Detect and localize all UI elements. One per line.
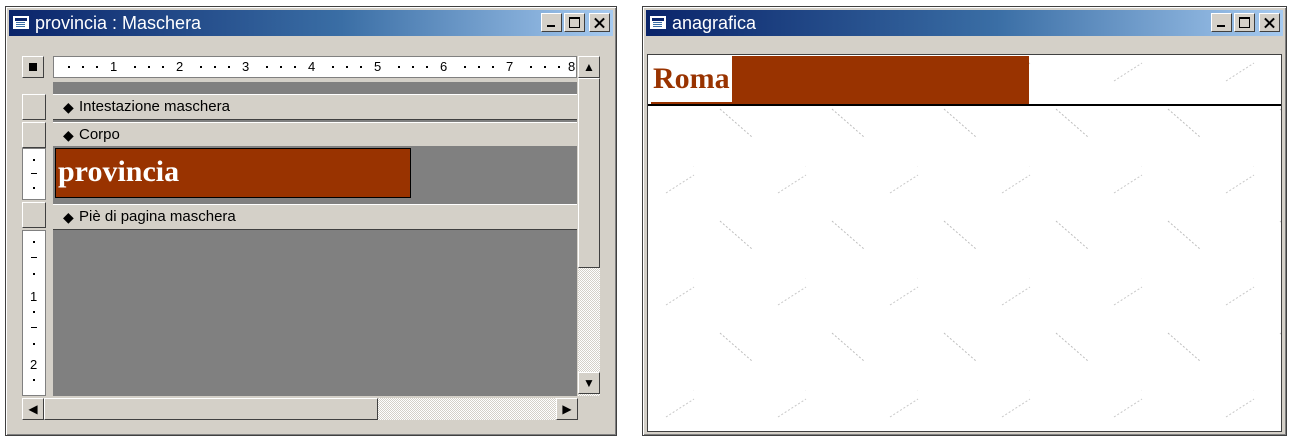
section-header-bar[interactable]: ◆ Intestazione maschera [53,94,577,120]
section-detail-bar[interactable]: ◆ Corpo [53,122,577,148]
section-footer-bar[interactable]: ◆ Piè di pagina maschera [53,204,577,230]
ruler-number: 1 [110,59,118,74]
form-icon [13,16,29,29]
minimize-button[interactable] [541,13,562,32]
vertical-ruler[interactable]: 1 2 [22,82,46,396]
section-label: Piè di pagina maschera [79,208,236,225]
horizontal-scroll-thumb[interactable] [44,398,378,420]
form-header-divider [648,104,1281,106]
scroll-right-button[interactable]: ▶ [556,398,578,420]
section-pointer-icon: ◆ [63,209,74,225]
footer-section-selector[interactable] [22,202,46,228]
form-selector-box[interactable] [22,56,44,78]
ruler-number: 6 [440,59,448,74]
scroll-left-button[interactable]: ◀ [22,398,44,420]
provincia-textbox[interactable]: provincia [55,148,411,198]
close-button[interactable] [589,13,610,32]
form-window-titlebar[interactable]: anagrafica [646,10,1283,36]
scrollbar-corner [578,398,600,420]
background-pattern [648,55,1281,431]
horizontal-scrollbar[interactable]: ◀ ▶ [22,398,578,420]
header-section-selector[interactable] [22,94,46,120]
vertical-scrollbar[interactable]: ▲ ▼ [578,56,600,396]
detail-section-selector[interactable] [22,122,46,148]
form-client-area[interactable] [647,54,1282,432]
ruler-number: 2 [30,357,38,372]
ruler-number: 8 [568,59,576,74]
horizontal-ruler[interactable]: 1 2 3 4 5 6 7 8 [53,56,577,78]
ruler-number: 1 [30,289,38,304]
vertical-scroll-thumb[interactable] [578,78,600,268]
scroll-down-button[interactable]: ▼ [578,372,600,394]
section-label: Corpo [79,126,120,143]
section-pointer-icon: ◆ [63,127,74,143]
ruler-number: 2 [176,59,184,74]
detail-ruler [22,148,46,200]
ruler-number: 7 [506,59,514,74]
design-window-titlebar[interactable]: provincia : Maschera [9,10,613,36]
section-pointer-icon: ◆ [63,99,74,115]
provincia-field-value[interactable]: Roma [651,56,732,102]
design-window-title: provincia : Maschera [35,13,202,33]
provincia-field[interactable]: Roma [651,56,1029,104]
close-button[interactable] [1259,13,1280,32]
minimize-button[interactable] [1211,13,1232,32]
ruler-number: 5 [374,59,382,74]
form-icon [650,16,666,29]
form-window-title: anagrafica [672,13,757,33]
footer-ruler: 1 2 [22,230,46,396]
maximize-button[interactable] [1234,13,1255,32]
scroll-up-button[interactable]: ▲ [578,56,600,78]
ruler-number: 3 [242,59,250,74]
ruler-number: 4 [308,59,316,74]
section-label: Intestazione maschera [79,98,230,115]
maximize-button[interactable] [564,13,585,32]
